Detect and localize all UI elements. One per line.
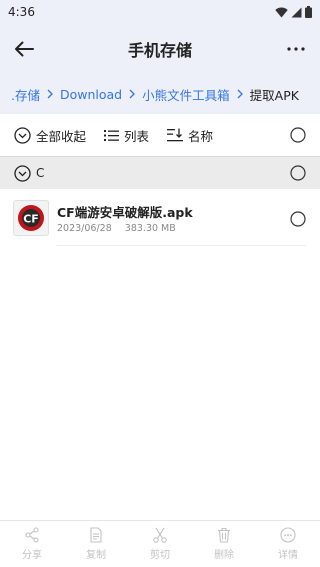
share-label: 分享: [22, 550, 42, 561]
signal-icon: [291, 3, 302, 22]
chevron-right-icon: [237, 89, 243, 99]
page-title: 手机存储: [127, 41, 192, 60]
file-size: 383.30 MB: [124, 223, 176, 234]
breadcrumb-item-storage[interactable]: .存储: [11, 85, 40, 104]
status-time: 4:36: [8, 5, 35, 19]
list-view-label: 列表: [124, 128, 150, 144]
list-view-button[interactable]: 列表: [104, 126, 149, 145]
select-all-checkbox[interactable]: [290, 127, 306, 147]
arrow-left-icon: [15, 41, 34, 57]
collapse-all-button[interactable]: 全部收起: [14, 126, 86, 145]
more-circle-icon: [280, 527, 296, 543]
cut-button[interactable]: 剪切: [128, 521, 192, 567]
bottom-action-bar: 分享 复制 剪切 删除 详情: [0, 520, 320, 567]
copy-button[interactable]: 复制: [64, 521, 128, 567]
breadcrumb-item-toolbox[interactable]: 小熊文件工具箱: [142, 85, 230, 104]
group-label: C: [36, 166, 45, 180]
breadcrumb-item-download[interactable]: Download: [60, 87, 122, 102]
more-horizontal-icon: [287, 47, 305, 51]
file-meta: 2023/06/28 383.30 MB: [57, 223, 176, 234]
details-button[interactable]: 详情: [256, 521, 320, 567]
delete-button[interactable]: 删除: [192, 521, 256, 567]
file-toolbar: 全部收起 列表 名称: [0, 114, 320, 156]
details-label: 详情: [278, 550, 298, 561]
list-icon: [104, 129, 120, 141]
more-options-button[interactable]: [272, 24, 320, 74]
app-bar: 手机存储: [0, 24, 320, 74]
status-icons: [275, 3, 312, 22]
chevron-right-icon: [129, 89, 136, 99]
sort-icon: [167, 128, 184, 142]
sort-by-name-label: 名称: [188, 128, 214, 144]
collapse-all-label: 全部收起: [36, 128, 87, 144]
battery-icon: [305, 3, 312, 22]
file-date: 2023/06/28: [57, 223, 112, 234]
share-icon: [25, 527, 39, 543]
group-select-checkbox[interactable]: [290, 165, 306, 185]
wifi-icon: [275, 3, 288, 22]
row-divider: [57, 245, 306, 246]
file-select-checkbox[interactable]: [290, 211, 306, 231]
file-list-item[interactable]: CF CF端游安卓破解版.apk 2023/06/28 383.30 MB: [0, 190, 320, 246]
scissors-icon: [153, 527, 167, 543]
chevron-down-circle-icon: [14, 164, 31, 182]
delete-label: 删除: [214, 550, 234, 561]
apk-app-icon: CF: [13, 200, 49, 236]
cut-label: 剪切: [150, 550, 170, 561]
breadcrumb-item-current: 提取APK: [249, 87, 299, 103]
back-button[interactable]: [0, 24, 48, 74]
breadcrumb: .存储 Download 小熊文件工具箱 提取APK: [0, 74, 320, 114]
svg-text:CF: CF: [23, 213, 39, 226]
copy-icon: [90, 527, 102, 543]
share-button[interactable]: 分享: [0, 521, 64, 567]
status-bar: 4:36: [0, 0, 320, 24]
group-header[interactable]: C: [0, 156, 320, 189]
copy-label: 复制: [86, 550, 106, 561]
chevron-right-icon: [47, 89, 53, 99]
collapse-circle-icon: [14, 126, 31, 144]
sort-by-name-button[interactable]: 名称: [167, 126, 213, 145]
file-name: CF端游安卓破解版.apk: [57, 205, 193, 220]
trash-icon: [218, 527, 230, 543]
